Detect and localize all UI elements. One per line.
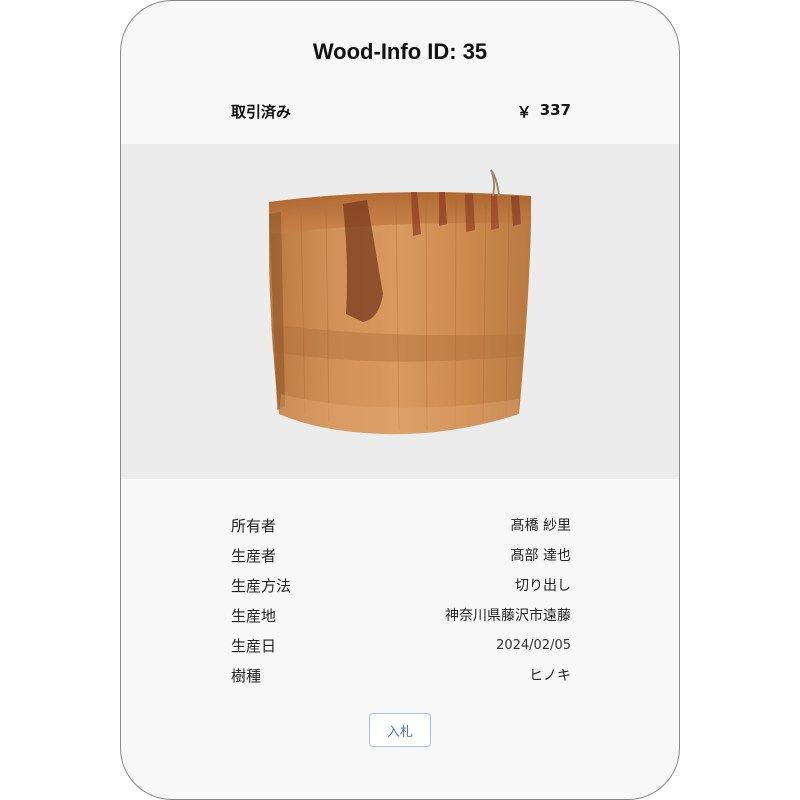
detail-label: 生産者	[231, 546, 277, 565]
wood-info-card: Wood-Info ID: 35 取引済み ￥ 337 所有者 髙橋 紗里 生産…	[120, 0, 680, 800]
detail-row-production-method: 生産方法 切り出し	[231, 570, 571, 600]
detail-row-production-date: 生産日 2024/02/05	[231, 630, 571, 660]
details-list: 所有者 髙橋 紗里 生産者 髙部 達也 生産方法 切り出し 生産地 神奈川県藤沢…	[231, 510, 571, 690]
currency-symbol: ￥	[516, 103, 532, 121]
detail-value: 髙橋 紗里	[510, 518, 571, 534]
detail-value: 切り出し	[515, 578, 571, 594]
wood-image-area	[121, 144, 679, 479]
price: ￥ 337	[517, 101, 571, 122]
card-title: Wood-Info ID: 35	[312, 39, 488, 64]
detail-label: 生産日	[231, 636, 277, 655]
transaction-status: 取引済み	[231, 103, 292, 121]
status-row: 取引済み ￥ 337	[231, 101, 571, 122]
detail-value: 髙部 達也	[510, 548, 571, 564]
detail-row-production-place: 生産地 神奈川県藤沢市遠藤	[231, 600, 571, 630]
detail-label: 生産方法	[231, 576, 292, 595]
price-value: 337	[539, 101, 571, 119]
detail-row-producer: 生産者 髙部 達也	[231, 540, 571, 570]
detail-label: 生産地	[231, 606, 277, 625]
bid-button[interactable]: 入札	[369, 713, 431, 747]
wood-log-image	[269, 169, 531, 435]
detail-row-owner: 所有者 髙橋 紗里	[231, 510, 571, 540]
detail-value: 2024/02/05	[496, 637, 571, 653]
detail-row-tree-species: 樹種 ヒノキ	[231, 660, 571, 690]
detail-label: 所有者	[231, 516, 277, 535]
detail-value: 神奈川県藤沢市遠藤	[445, 608, 571, 624]
detail-label: 樹種	[231, 666, 262, 685]
detail-value: ヒノキ	[529, 668, 571, 684]
